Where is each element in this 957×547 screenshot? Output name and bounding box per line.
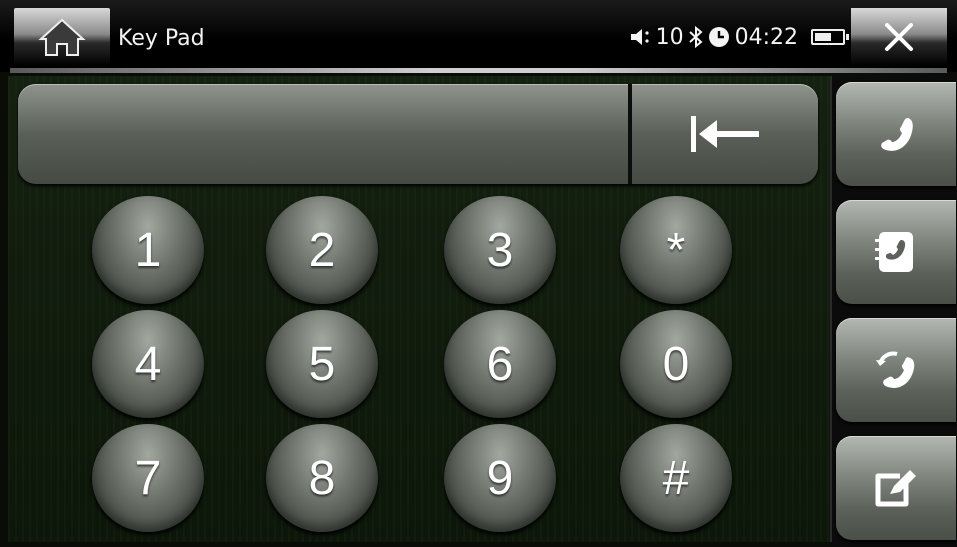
title-divider	[10, 68, 947, 73]
key-3[interactable]: 3	[444, 196, 556, 304]
tab-call-history[interactable]	[836, 318, 956, 422]
home-icon	[38, 18, 86, 56]
sms-compose-icon	[875, 470, 916, 507]
call-history-icon	[876, 351, 915, 388]
key-0[interactable]: 0	[620, 310, 732, 418]
key-7[interactable]: 7	[92, 424, 204, 532]
key-6[interactable]: 6	[444, 310, 556, 418]
close-icon	[885, 23, 913, 51]
backspace-button[interactable]	[632, 84, 818, 184]
key-star[interactable]: *	[620, 196, 732, 304]
dialed-number-field[interactable]	[18, 84, 628, 184]
key-9[interactable]: 9	[444, 424, 556, 532]
home-button[interactable]	[14, 8, 110, 66]
key-1[interactable]: 1	[92, 196, 204, 304]
key-4[interactable]: 4	[92, 310, 204, 418]
phone-handset-icon	[881, 118, 913, 151]
battery-icon	[811, 29, 849, 45]
key-hash[interactable]: #	[620, 424, 732, 532]
tab-call[interactable]	[836, 82, 956, 186]
clock-icon	[708, 27, 729, 47]
volume-level: 10	[655, 24, 684, 50]
backspace-icon	[691, 116, 759, 152]
number-display-bar	[18, 84, 818, 184]
tab-phonebook[interactable]	[836, 200, 956, 304]
clock-time: 04:22	[734, 24, 798, 50]
close-button[interactable]	[851, 8, 947, 66]
status-area: 10 04:22	[629, 24, 849, 50]
title-bar: Key Pad 10 04:22	[0, 0, 957, 73]
phonebook-icon	[875, 232, 913, 272]
key-5[interactable]: 5	[266, 310, 378, 418]
bluetooth-icon	[688, 25, 703, 49]
volume-icon	[630, 29, 649, 45]
keypad-panel: 1 2 3 * 4 5 6 0 7 8 9 #	[8, 76, 832, 542]
key-8[interactable]: 8	[266, 424, 378, 532]
app-title: Key Pad	[118, 26, 205, 51]
key-2[interactable]: 2	[266, 196, 378, 304]
tab-messages[interactable]	[836, 436, 956, 540]
side-tab-column	[832, 76, 957, 547]
